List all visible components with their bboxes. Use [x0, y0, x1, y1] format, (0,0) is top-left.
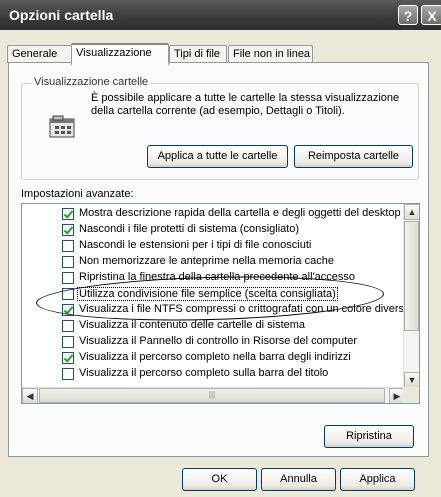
vertical-scroll-thumb[interactable] — [404, 221, 419, 331]
apply-all-folders-button[interactable]: Applica a tutte le cartelle — [147, 145, 288, 168]
list-item-label: Visualizza il contenuto delle cartelle d… — [79, 319, 306, 331]
list-item-label: Visualizza il percorso completo nella ba… — [79, 351, 351, 363]
apply-button[interactable]: Applica — [340, 468, 415, 491]
scrollbar-corner — [403, 387, 419, 403]
list-item-label: Mostra descrizione rapida della cartella… — [79, 207, 401, 219]
list-item-label: Nascondi le estensioni per i tipi di fil… — [79, 239, 312, 251]
list-item-label: Visualizza i file NTFS compressi o critt… — [79, 303, 411, 315]
checkbox[interactable] — [62, 208, 74, 220]
horizontal-scroll-thumb[interactable]: ||| — [39, 388, 385, 403]
checkbox[interactable] — [62, 320, 74, 332]
advanced-settings-list: Mostra descrizione rapida della cartella… — [21, 203, 420, 404]
tab-generale[interactable]: Generale — [7, 45, 72, 63]
restore-defaults-button[interactable]: Ripristina — [324, 425, 414, 448]
scroll-left-icon[interactable]: ◀ — [22, 388, 38, 403]
horizontal-scrollbar[interactable]: ◀ ||| ▶ — [22, 387, 405, 403]
checkbox[interactable] — [62, 224, 74, 236]
help-button[interactable]: ? — [398, 5, 418, 25]
checkbox[interactable] — [62, 352, 74, 364]
checkbox[interactable] — [62, 336, 74, 348]
window-title: Opzioni cartella — [9, 7, 114, 23]
folder-views-description: È possibile applicare a tutte le cartell… — [91, 92, 400, 117]
checkbox[interactable] — [62, 304, 74, 316]
checkbox[interactable] — [62, 288, 74, 300]
list-item-label: Ripristina la finestra della cartella pr… — [79, 271, 356, 283]
list-item-label: Utilizza condivisione file semplice (sce… — [77, 287, 338, 301]
list-item-label: Non memorizzare le anteprime nella memor… — [79, 255, 334, 267]
checkbox[interactable] — [62, 368, 74, 380]
folder-views-legend: Visualizzazione cartelle — [31, 76, 152, 88]
list-item-label: Nascondi i file protetti di sistema (con… — [79, 223, 300, 235]
advanced-settings-label: Impostazioni avanzate: — [21, 188, 134, 200]
tab-visualizzazione[interactable]: Visualizzazione — [71, 43, 169, 65]
checkbox[interactable] — [62, 256, 74, 268]
tab-file-non-in-linea[interactable]: File non in linea — [228, 45, 313, 63]
tab-tipi-di-file[interactable]: Tipi di file — [169, 45, 227, 63]
checkbox[interactable] — [62, 240, 74, 252]
title-bar: Opzioni cartella ? X — [0, 0, 441, 30]
folder-view-icon — [49, 115, 75, 138]
reset-folders-button[interactable]: Reimposta cartelle — [294, 145, 413, 168]
vertical-scrollbar[interactable]: ▲ ▼ — [403, 204, 419, 388]
checkbox[interactable] — [62, 272, 74, 284]
scroll-up-icon[interactable]: ▲ — [404, 204, 419, 220]
list-item-label: Visualizza il percorso completo sulla ba… — [79, 367, 329, 379]
cancel-button[interactable]: Annulla — [261, 468, 336, 491]
list-item-label: Visualizza il Pannello di controllo in R… — [79, 335, 357, 347]
scroll-down-icon[interactable]: ▼ — [404, 372, 419, 388]
close-button[interactable]: X — [421, 5, 441, 25]
ok-button[interactable]: OK — [182, 468, 257, 491]
